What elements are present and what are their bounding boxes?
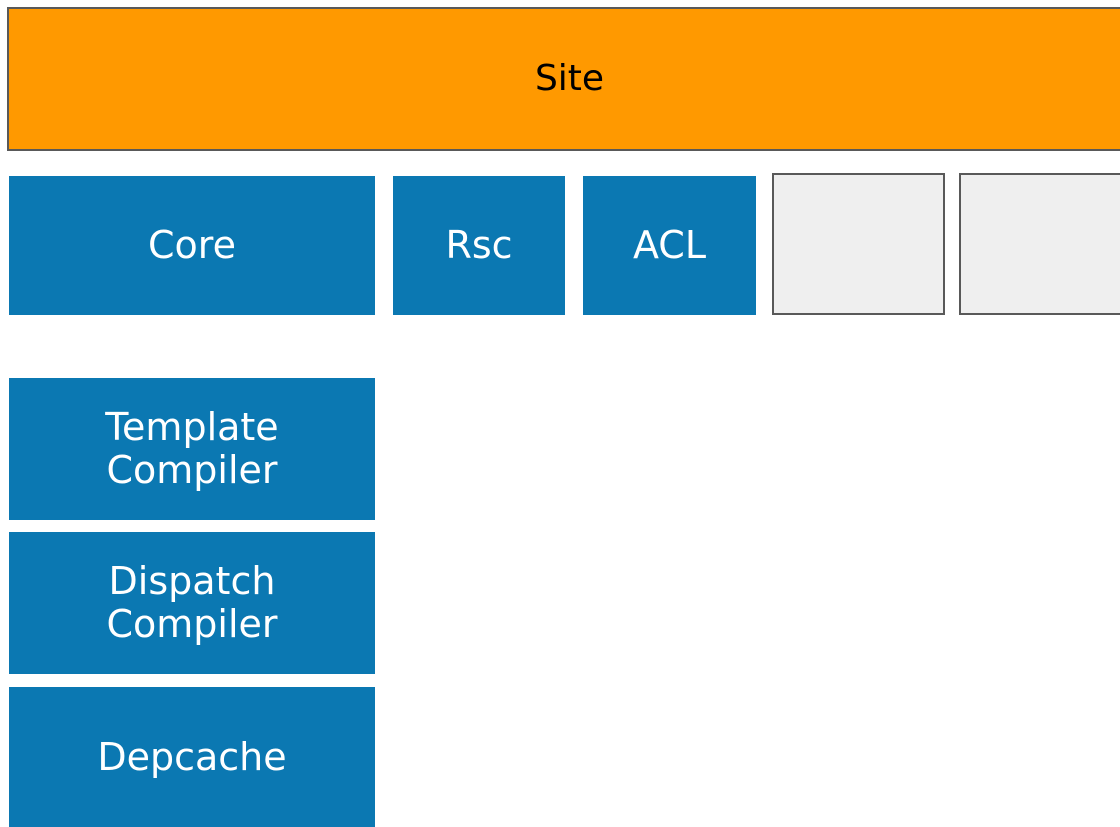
template-compiler-module: Template Compiler [9, 378, 375, 520]
acl-module: ACL [583, 176, 756, 315]
acl-label: ACL [632, 223, 707, 268]
dispatch-compiler-label: Dispatch Compiler [106, 559, 278, 646]
site-label: Site [534, 57, 605, 99]
site-box: Site [7, 7, 1120, 151]
rsc-module: Rsc [393, 176, 565, 315]
depcache-module: Depcache [9, 687, 375, 827]
template-compiler-label: Template Compiler [105, 405, 279, 492]
empty-module-slot-2 [959, 173, 1120, 315]
rsc-label: Rsc [445, 223, 513, 268]
core-module: Core [9, 176, 375, 315]
depcache-label: Depcache [97, 734, 287, 779]
core-label: Core [148, 223, 236, 268]
empty-module-slot-1 [772, 173, 945, 315]
dispatch-compiler-module: Dispatch Compiler [9, 532, 375, 674]
